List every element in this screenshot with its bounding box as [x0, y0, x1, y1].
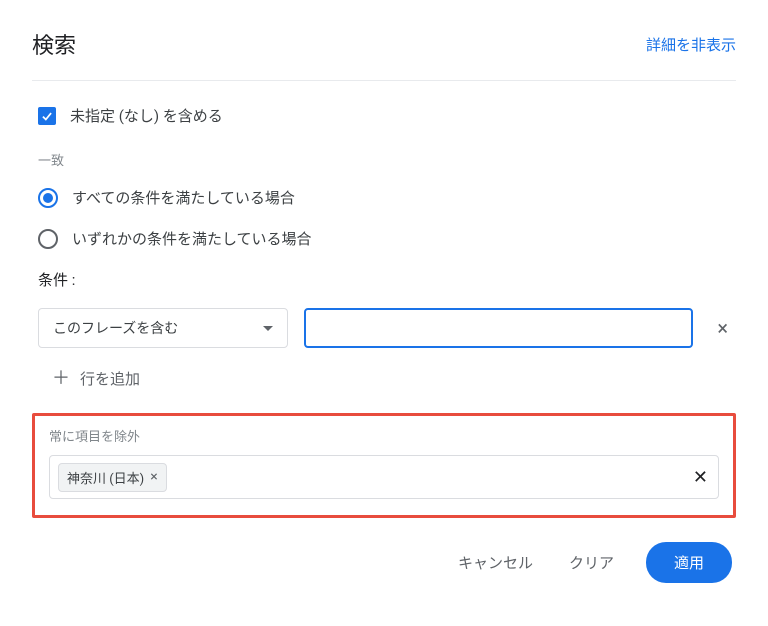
- exclude-clear-icon[interactable]: ✕: [693, 467, 708, 488]
- dialog-title: 検索: [32, 28, 76, 60]
- condition-value-input[interactable]: [304, 308, 693, 348]
- match-any-label: いずれかの条件を満たしている場合: [72, 228, 312, 249]
- conditions-label: 条件 :: [38, 269, 736, 290]
- cancel-button[interactable]: キャンセル: [454, 544, 537, 581]
- dialog-footer: キャンセル クリア 適用: [32, 542, 736, 583]
- radio-selected-icon[interactable]: [38, 188, 58, 208]
- dialog-header: 検索 詳細を非表示: [32, 28, 736, 81]
- match-section-label: 一致: [38, 150, 736, 169]
- exclude-chip-text: 神奈川 (日本): [67, 468, 144, 487]
- dropdown-selected-text: このフレーズを含む: [53, 318, 178, 338]
- match-all-label: すべての条件を満たしている場合: [72, 187, 295, 208]
- condition-type-dropdown[interactable]: このフレーズを含む: [38, 308, 288, 348]
- exclude-chip: 神奈川 (日本) ×: [58, 463, 167, 492]
- chip-remove-icon[interactable]: ×: [150, 469, 157, 485]
- chevron-down-icon: [263, 326, 273, 331]
- always-exclude-section: 常に項目を除外 神奈川 (日本) × ✕: [32, 413, 736, 518]
- always-exclude-input[interactable]: 神奈川 (日本) × ✕: [49, 455, 719, 499]
- include-unspecified-label: 未指定 (なし) を含める: [70, 105, 223, 126]
- add-condition-button[interactable]: ＋ 行を追加: [52, 368, 736, 389]
- remove-condition-icon[interactable]: ×: [709, 316, 736, 340]
- include-unspecified-row[interactable]: 未指定 (なし) を含める: [38, 105, 736, 126]
- condition-row: このフレーズを含む ×: [38, 308, 736, 348]
- plus-icon: ＋: [52, 370, 70, 388]
- hide-details-link[interactable]: 詳細を非表示: [646, 34, 736, 55]
- match-all-row[interactable]: すべての条件を満たしている場合: [38, 187, 736, 208]
- clear-button[interactable]: クリア: [565, 544, 618, 581]
- checkbox-checked-icon[interactable]: [38, 107, 56, 125]
- match-radio-group: すべての条件を満たしている場合 いずれかの条件を満たしている場合: [38, 187, 736, 249]
- match-any-row[interactable]: いずれかの条件を満たしている場合: [38, 228, 736, 249]
- apply-button[interactable]: 適用: [646, 542, 732, 583]
- radio-unselected-icon[interactable]: [38, 229, 58, 249]
- always-exclude-label: 常に項目を除外: [49, 426, 719, 445]
- add-condition-label: 行を追加: [80, 368, 140, 389]
